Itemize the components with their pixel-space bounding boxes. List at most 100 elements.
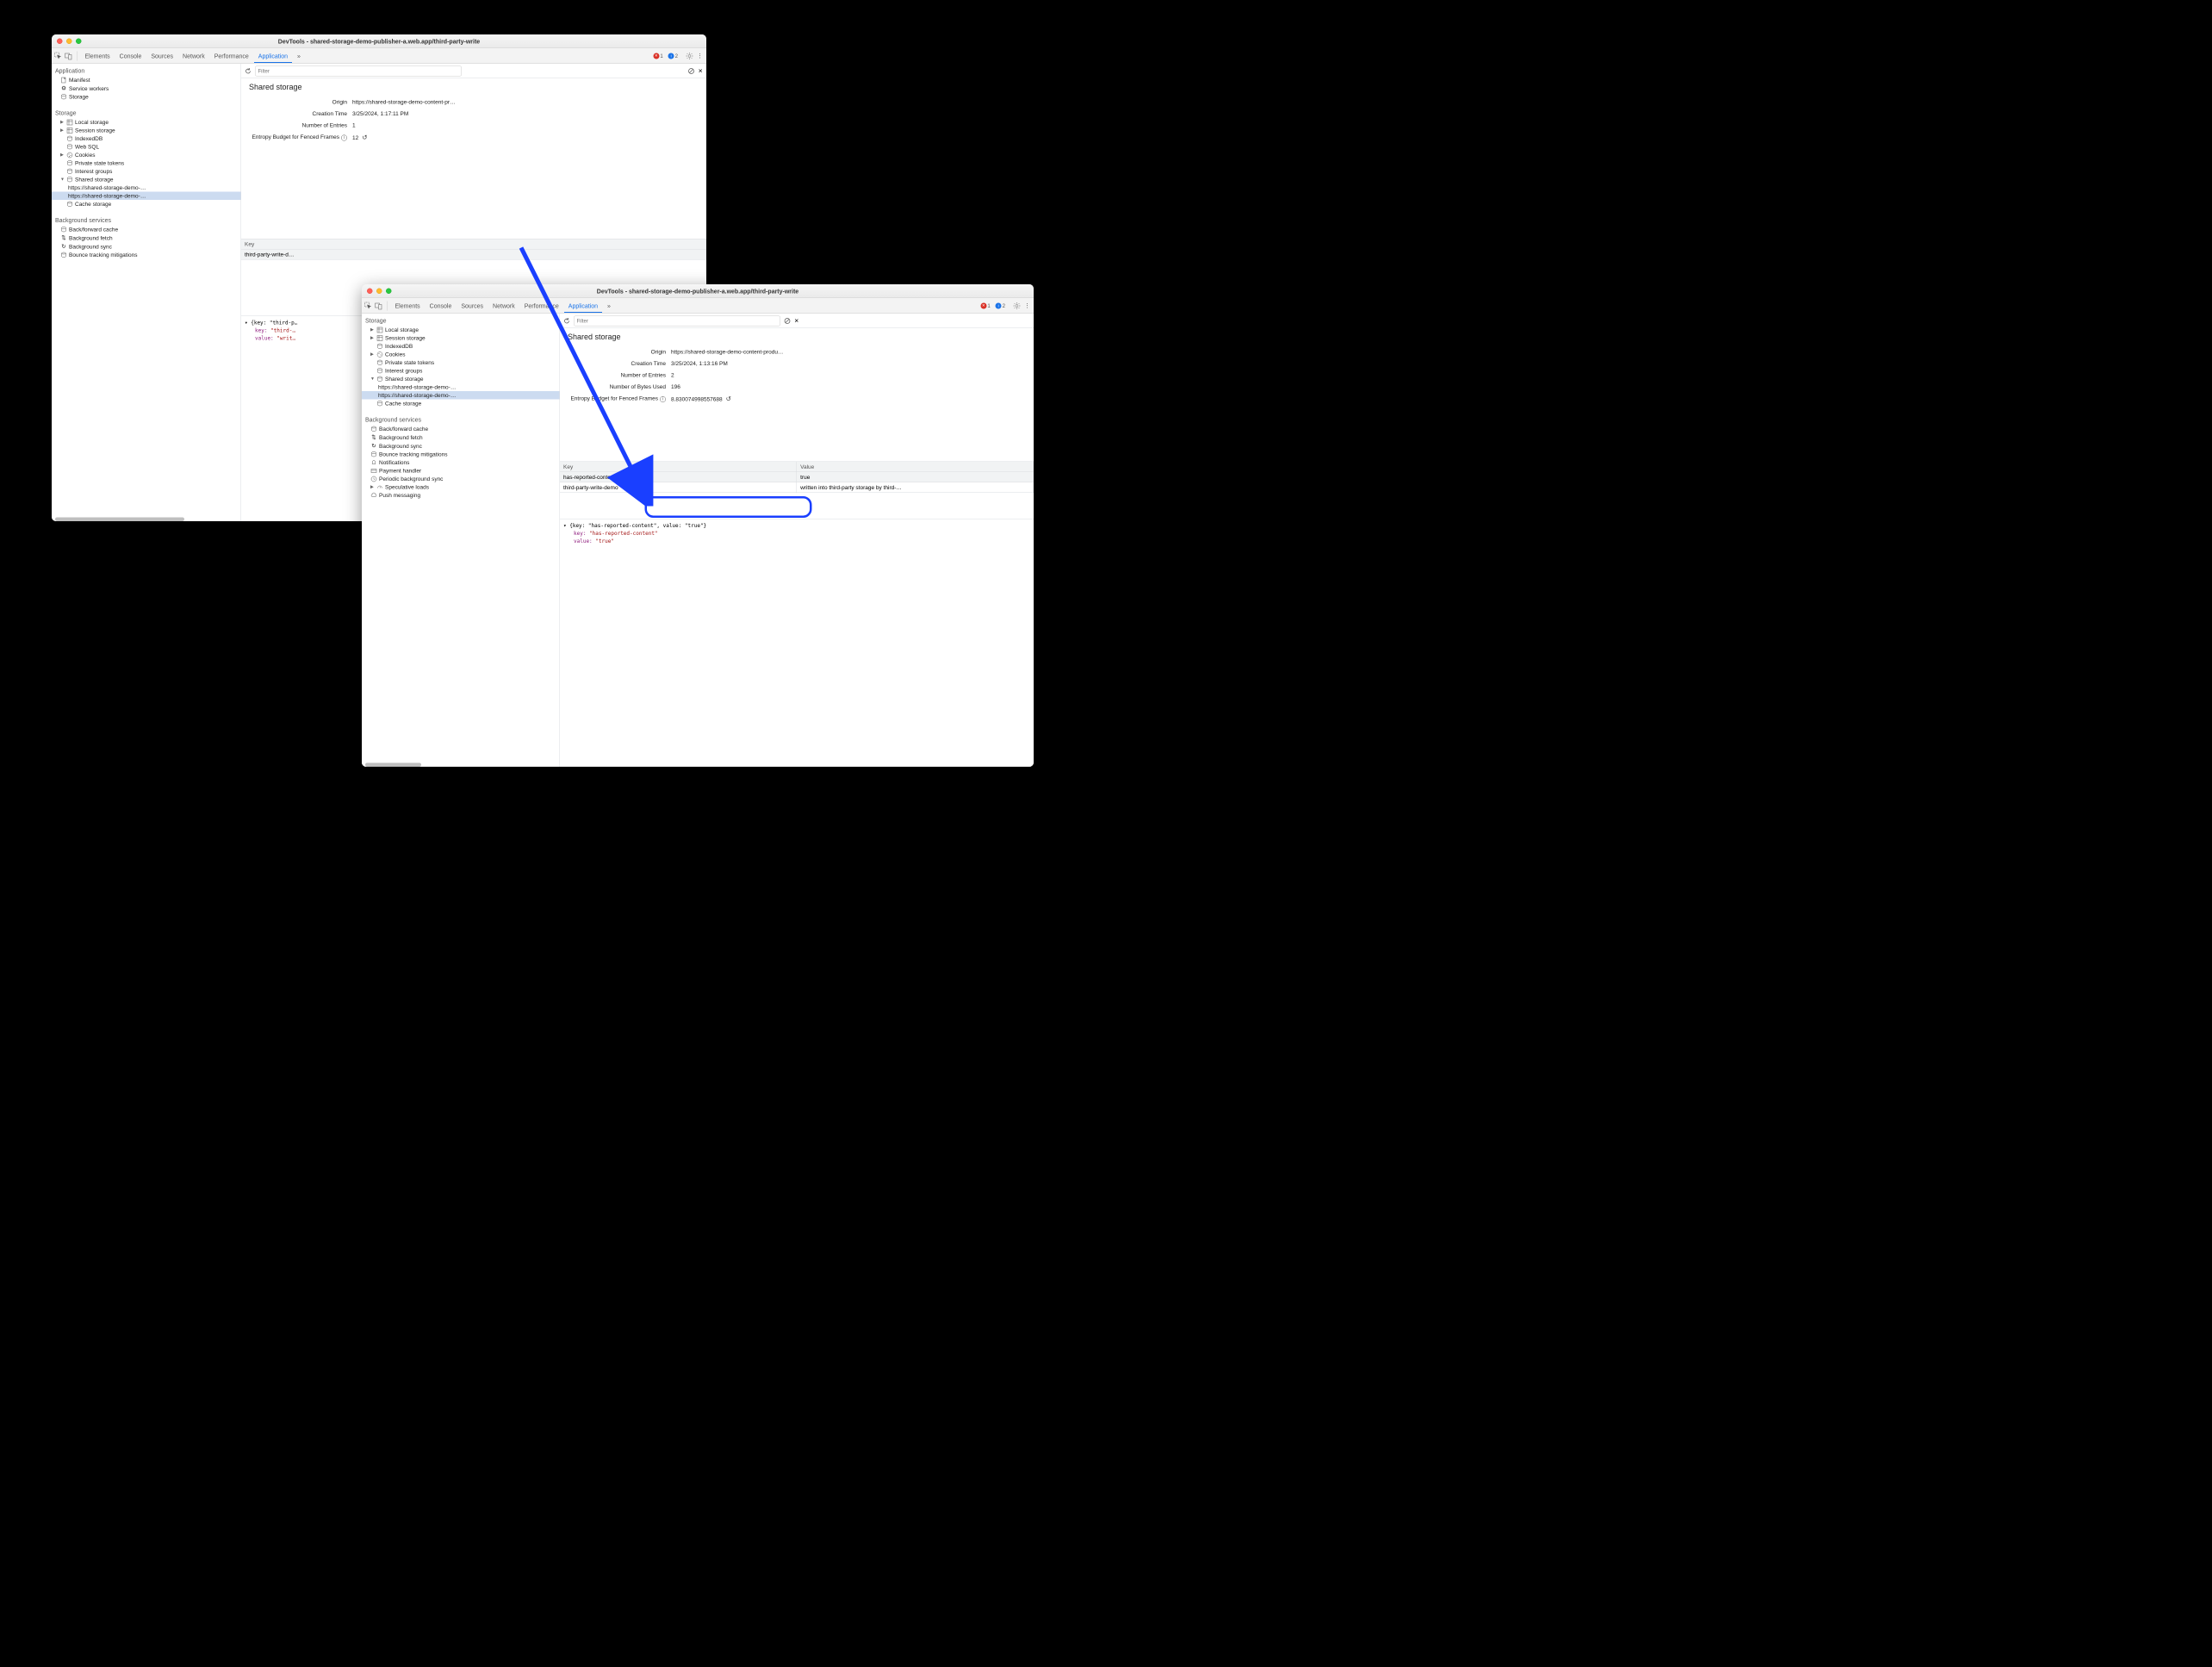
sidebar-background-fetch[interactable]: ⇅Background fetch (52, 233, 241, 242)
close-window-button[interactable] (57, 39, 63, 45)
sidebar-service-workers[interactable]: ⚙︎Service workers (52, 84, 241, 93)
device-toggle-icon[interactable] (374, 301, 383, 310)
table-row[interactable]: has-reported-contenttrue (560, 472, 1034, 482)
error-badge[interactable]: ✕1 (653, 53, 662, 59)
creation-time-value: 3/25/2024, 1:17:11 PM (352, 110, 408, 117)
info-badge[interactable]: i2 (996, 302, 1005, 308)
minimize-window-button[interactable] (376, 289, 382, 295)
refresh-icon[interactable] (245, 67, 252, 74)
sidebar-storage[interactable]: Storage (52, 93, 241, 102)
info-count: 2 (675, 53, 678, 59)
tab-application[interactable]: Application (254, 49, 292, 63)
titlebar: DevTools - shared-storage-demo-publisher… (52, 34, 706, 48)
tab-elements[interactable]: Elements (391, 299, 425, 313)
col-value[interactable]: Value (797, 462, 1034, 472)
tab-elements[interactable]: Elements (81, 49, 115, 63)
sidebar-notifications[interactable]: Notifications (362, 458, 560, 467)
sidebar-periodic-sync[interactable]: Periodic background sync (362, 475, 560, 483)
col-key[interactable]: Key (560, 462, 797, 472)
sidebar-indexeddb[interactable]: IndexedDB (52, 134, 241, 143)
clear-icon[interactable] (784, 317, 791, 324)
database-icon (376, 401, 383, 407)
sidebar-back-forward-cache[interactable]: Back/forward cache (52, 226, 241, 234)
sidebar-background-fetch[interactable]: ⇅Background fetch (362, 433, 560, 442)
tab-network[interactable]: Network (178, 49, 209, 63)
tabs-overflow[interactable]: » (293, 49, 305, 63)
sidebar-background-sync[interactable]: ↻Background sync (362, 442, 560, 451)
table-row[interactable]: third-party-write-demowritten into third… (560, 482, 1034, 493)
sidebar-bounce-tracking[interactable]: Bounce tracking mitigations (362, 451, 560, 459)
close-icon[interactable]: ✕ (794, 317, 798, 324)
sidebar-manifest[interactable]: Manifest (52, 76, 241, 84)
sidebar-payment-handler[interactable]: Payment handler (362, 467, 560, 476)
refresh-icon[interactable] (563, 317, 570, 324)
sidebar-local-storage[interactable]: ▶Local storage (362, 326, 560, 334)
zoom-window-button[interactable] (76, 39, 82, 45)
tab-network[interactable]: Network (488, 299, 519, 313)
kebab-menu-icon[interactable]: ⋮ (695, 51, 705, 60)
tabs-overflow[interactable]: » (603, 299, 615, 313)
sidebar-push-messaging[interactable]: Push messaging (362, 491, 560, 500)
zoom-window-button[interactable] (386, 289, 392, 295)
sidebar-websql[interactable]: Web SQL (52, 143, 241, 152)
info-icon[interactable]: i (341, 135, 347, 141)
sidebar-shared-origin-1[interactable]: https://shared-storage-demo-… (52, 192, 241, 201)
sidebar-back-forward-cache[interactable]: Back/forward cache (362, 425, 560, 433)
minimize-window-button[interactable] (66, 39, 72, 45)
entropy-label: Entropy Budget for Fenced Framesi (249, 134, 352, 141)
sidebar-shared-origin-0[interactable]: https://shared-storage-demo-… (52, 183, 241, 192)
info-badge[interactable]: i2 (668, 53, 678, 59)
device-toggle-icon[interactable] (64, 51, 73, 60)
sidebar-shared-storage[interactable]: ▼Shared storage (362, 375, 560, 383)
sidebar-scrollbar[interactable] (365, 763, 421, 768)
sidebar-shared-origin-0[interactable]: https://shared-storage-demo-… (362, 383, 560, 392)
sidebar-indexeddb[interactable]: IndexedDB (362, 342, 560, 351)
tab-console[interactable]: Console (115, 49, 146, 63)
sidebar-interest-groups[interactable]: Interest groups (52, 167, 241, 176)
close-icon[interactable]: ✕ (699, 67, 703, 74)
sidebar-background-sync[interactable]: ↻Background sync (52, 242, 241, 251)
filter-input[interactable] (255, 65, 462, 76)
tab-performance[interactable]: Performance (210, 49, 253, 63)
undo-icon[interactable]: ↺ (726, 395, 731, 403)
sidebar-shared-origin-1[interactable]: https://shared-storage-demo-… (362, 391, 560, 400)
sidebar-session-storage[interactable]: ▶Session storage (362, 334, 560, 343)
sidebar-private-state-tokens[interactable]: Private state tokens (362, 358, 560, 367)
sidebar-cache-storage[interactable]: Cache storage (362, 400, 560, 408)
col-key[interactable]: Key (241, 239, 706, 249)
clear-icon[interactable] (688, 67, 695, 74)
sidebar-cookies[interactable]: ▶Cookies (362, 351, 560, 359)
sidebar-speculative-loads[interactable]: ▶Speculative loads (362, 483, 560, 492)
sidebar-cache-storage[interactable]: Cache storage (52, 200, 241, 208)
sidebar-scrollbar[interactable] (55, 518, 184, 522)
sidebar-session-storage[interactable]: ▶Session storage (52, 127, 241, 135)
sidebar-shared-storage[interactable]: ▼Shared storage (52, 176, 241, 184)
transfer-icon: ⇅ (60, 234, 67, 241)
info-icon[interactable]: i (660, 396, 666, 402)
caret-down-icon: ▼ (60, 177, 65, 183)
kebab-menu-icon[interactable]: ⋮ (1022, 301, 1032, 310)
undo-icon[interactable]: ↺ (362, 134, 367, 142)
inspect-icon[interactable] (363, 301, 373, 310)
sidebar-interest-groups[interactable]: Interest groups (362, 367, 560, 376)
error-badge[interactable]: ✕1 (980, 302, 990, 308)
close-window-button[interactable] (367, 289, 373, 295)
tab-application[interactable]: Application (564, 299, 602, 313)
tab-console[interactable]: Console (426, 299, 457, 313)
storage-heading: Storage (52, 106, 241, 118)
tab-performance[interactable]: Performance (520, 299, 563, 313)
tab-sources[interactable]: Sources (457, 299, 488, 313)
window-title: DevTools - shared-storage-demo-publisher… (52, 38, 706, 45)
sidebar-bounce-tracking[interactable]: Bounce tracking mitigations (52, 251, 241, 259)
sidebar-local-storage[interactable]: ▶Local storage (52, 118, 241, 127)
tab-sources[interactable]: Sources (146, 49, 177, 63)
sidebar-private-state-tokens[interactable]: Private state tokens (52, 159, 241, 168)
database-icon (66, 160, 73, 166)
inspect-icon[interactable] (53, 51, 63, 60)
settings-gear-icon[interactable] (1012, 301, 1022, 310)
settings-gear-icon[interactable] (685, 51, 694, 60)
filter-input[interactable] (574, 315, 780, 326)
cookie-icon (66, 152, 73, 158)
table-row[interactable]: third-party-write-d… (241, 249, 706, 259)
sidebar-cookies[interactable]: ▶Cookies (52, 151, 241, 159)
